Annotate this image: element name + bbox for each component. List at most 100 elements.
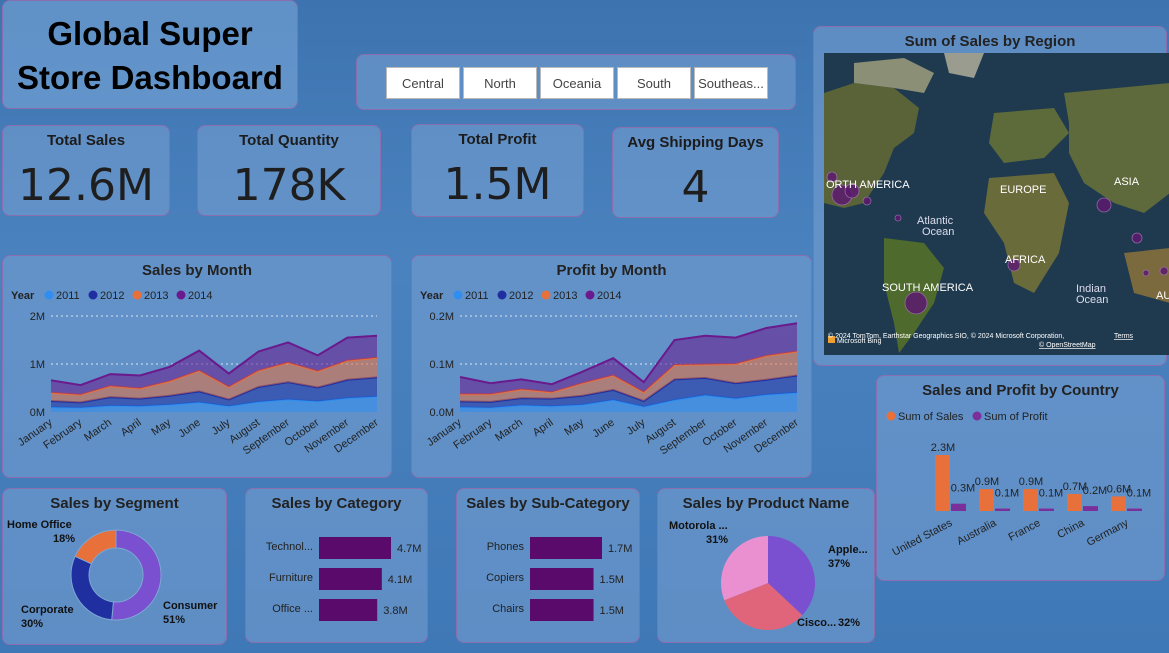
- dashboard-title-card: Global Super Store Dashboard: [2, 0, 298, 109]
- country-bar-profit: [951, 503, 966, 511]
- subcategory-y-tick: Chairs: [492, 603, 524, 615]
- profit-by-month-legend-marker: [453, 290, 463, 300]
- country-bar-label: 0.2M: [1083, 485, 1107, 497]
- country-bar-profit: [995, 508, 1010, 511]
- subcategory-bar-label: 1.7M: [608, 543, 632, 555]
- map-label-atlantic-2: Ocean: [922, 226, 954, 238]
- segment-pct: 30%: [21, 618, 43, 630]
- sales-by-month-legend-label: 2013: [144, 290, 168, 302]
- subcategory-y-tick: Phones: [487, 541, 525, 553]
- profit-by-month-chart: Year 2011 2012 2013 20140.0M0.1M0.2MJanuaryF…: [420, 290, 801, 457]
- subcategory-bar-label: 1.5M: [600, 574, 624, 586]
- map-card: Sum of Sales by Region ORTH AMERICA EURO…: [813, 26, 1169, 366]
- profit-by-month-legend-marker: [497, 290, 507, 300]
- map-label-au: AU: [1156, 290, 1169, 302]
- subcategory-bar-label: 1.5M: [600, 605, 624, 617]
- slicer-button-oceania[interactable]: Oceania: [540, 67, 614, 99]
- product-label: Motorola ...: [669, 520, 728, 532]
- map-label-asia: ASIA: [1114, 176, 1140, 188]
- sales-by-segment-card: Sales by Segment Consumer 51% Corporate 30%…: [2, 488, 227, 645]
- country-bar-label: 0.1M: [1127, 488, 1151, 500]
- sales-by-product-title: Sales by Product Name: [682, 495, 850, 512]
- map-terms-link[interactable]: Terms: [1114, 333, 1134, 340]
- country-x-tick: Australia: [955, 517, 999, 548]
- sales-by-product-chart: Apple... 37% Cisco... 32% Motorola ... 31%: [669, 520, 868, 630]
- map-bubble[interactable]: [1142, 269, 1150, 277]
- map-bubble[interactable]: [862, 196, 872, 206]
- profit-by-month-card: Profit by Month Year 2011 2012 2013 2014 0.0M…: [411, 255, 812, 478]
- profit-by-month-legend-title: Year: [420, 290, 444, 302]
- country-bar-profit: [1083, 506, 1098, 511]
- sales-by-subcategory-title: Sales by Sub-Category: [466, 495, 630, 512]
- segment-pct: 51%: [163, 614, 185, 626]
- profit-by-month-y-tick: 0.0M: [430, 407, 454, 419]
- country-bar-label: 0.9M: [1019, 476, 1043, 488]
- category-bar-label: 4.7M: [397, 543, 421, 555]
- kpi-total-sales-value: 12.6M: [18, 160, 154, 211]
- kpi-total-sales: Total Sales 12.6M: [2, 125, 170, 216]
- category-bar-label: 3.8M: [383, 605, 407, 617]
- kpi-total-profit-label: Total Profit: [458, 131, 537, 148]
- profit-by-month-x-tick: April: [531, 417, 556, 439]
- map-bubble[interactable]: [1096, 197, 1112, 213]
- kpi-total-quantity: Total Quantity 178K: [197, 125, 381, 216]
- region-slicer: Central North Oceania South Southeas...: [356, 54, 796, 110]
- segment-label: Corporate: [21, 604, 74, 616]
- kpi-total-sales-label: Total Sales: [46, 132, 126, 149]
- map-label-europe: EUROPE: [1000, 184, 1046, 196]
- region-map[interactable]: ORTH AMERICA EUROPE ASIA Atlantic Ocean …: [824, 53, 1169, 355]
- sales-by-month-legend-marker: [176, 290, 186, 300]
- map-bubble[interactable]: [1131, 232, 1143, 244]
- sales-by-subcategory-card: Sales by Sub-Category Phones 1.7M Copiers 1…: [456, 488, 640, 643]
- map-osm-link[interactable]: © OpenStreetMap: [1039, 341, 1096, 349]
- kpi-total-quantity-value: 178K: [232, 160, 346, 211]
- country-bar-label: 0.9M: [975, 476, 999, 488]
- sales-by-product-card: Sales by Product Name Apple... 37% Cisco..…: [657, 488, 875, 643]
- map-label-north-america: ORTH AMERICA: [826, 179, 910, 191]
- map-svg: ORTH AMERICA EUROPE ASIA Atlantic Ocean …: [824, 53, 1169, 355]
- country-legend-marker: [972, 411, 982, 421]
- slicer-button-southeast[interactable]: Southeas...: [694, 67, 768, 99]
- profit-by-month-legend-label: 2013: [553, 290, 577, 302]
- product-label: Apple...: [828, 544, 868, 556]
- map-label-south-america: SOUTH AMERICA: [882, 282, 974, 294]
- dashboard-title-line1: Global Super: [47, 15, 253, 52]
- kpi-total-profit-value: 1.5M: [443, 159, 552, 210]
- sales-by-category-chart: Technol... 4.7M Furniture 4.1M Office ... 3.8…: [266, 537, 421, 621]
- kpi-total-quantity-label: Total Quantity: [239, 132, 339, 149]
- sales-by-month-legend-marker: [44, 290, 54, 300]
- country-legend-label: Sum of Sales: [898, 411, 964, 423]
- segment-label: Consumer: [163, 600, 218, 612]
- country-bar-sales: [1067, 493, 1082, 511]
- country-bar-label: 0.1M: [1039, 488, 1063, 500]
- country-bar-sales: [1111, 496, 1126, 511]
- category-y-tick: Furniture: [269, 572, 313, 584]
- slicer-button-north[interactable]: North: [463, 67, 537, 99]
- sales-by-month-legend-label: 2014: [188, 290, 212, 302]
- sales-profit-country-card: Sales and Profit by Country Sum of Sales…: [876, 375, 1165, 581]
- profit-by-month-legend-label: 2012: [509, 290, 533, 302]
- profit-by-month-title: Profit by Month: [556, 262, 667, 279]
- map-bubble[interactable]: [894, 214, 902, 222]
- sales-by-month-x-tick: April: [119, 417, 144, 439]
- sales-by-month-chart: Year 2011 2012 2013 20140M1M2MJanuaryFebruar…: [11, 290, 381, 457]
- sales-by-month-x-tick: May: [149, 416, 173, 438]
- sales-by-month-y-tick: 1M: [30, 359, 45, 371]
- country-bar-sales: [1023, 489, 1038, 511]
- country-bar-label: 0.1M: [995, 488, 1019, 500]
- country-legend-marker: [886, 411, 896, 421]
- profit-by-month-x-tick: March: [493, 417, 525, 444]
- map-bubble[interactable]: [1159, 266, 1169, 276]
- sales-by-month-x-tick: March: [82, 417, 114, 444]
- map-bubble[interactable]: [904, 291, 928, 315]
- country-legend-label: Sum of Profit: [984, 411, 1048, 423]
- subcategory-bar: [530, 599, 594, 621]
- profit-by-month-legend-label: 2011: [465, 290, 489, 302]
- country-x-tick: China: [1055, 517, 1087, 542]
- sales-profit-country-title: Sales and Profit by Country: [922, 382, 1119, 399]
- segment-label: Home Office: [7, 519, 72, 531]
- slicer-button-central[interactable]: Central: [386, 67, 460, 99]
- country-bar-sales: [979, 489, 994, 511]
- slicer-button-south[interactable]: South: [617, 67, 691, 99]
- kpi-avg-shipping-label: Avg Shipping Days: [627, 134, 764, 151]
